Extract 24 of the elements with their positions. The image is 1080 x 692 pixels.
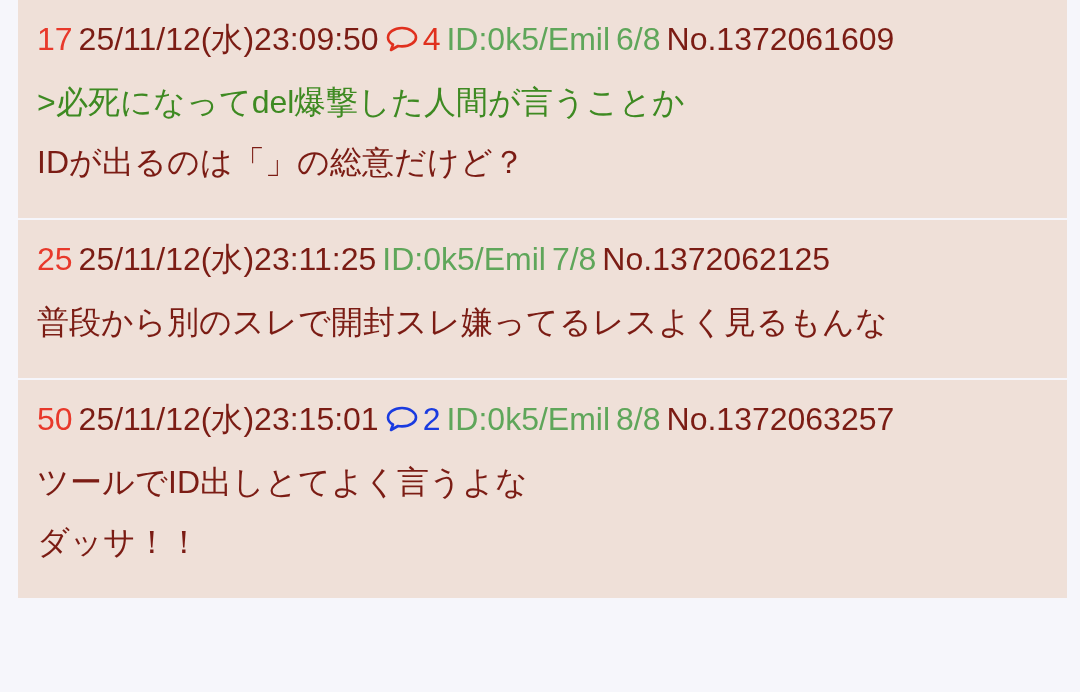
id-count: 7/8 [551, 241, 597, 277]
post-text: 普段から別のスレで開封スレ嫌ってるレスよく見るもんな [37, 303, 889, 342]
post-datetime: 25/11/12(水)23:15:01 [78, 401, 379, 437]
post-id: No.1372061609 [666, 21, 895, 57]
post-datetime: 25/11/12(水)23:09:50 [78, 21, 379, 57]
speech-bubble-icon[interactable] [384, 405, 419, 433]
post-text: ダッサ！！ [37, 523, 201, 562]
post-datetime: 25/11/12(水)23:11:25 [78, 241, 377, 277]
poster-id: ID:0k5/Emil [446, 401, 611, 437]
post-number: 25 [37, 241, 73, 277]
post-id: No.1372062125 [602, 241, 831, 277]
reply-count[interactable]: 4 [422, 21, 441, 57]
post-text: IDが出るのは「」の総意だけど？ [37, 143, 526, 182]
speech-bubble-icon[interactable] [384, 25, 419, 53]
id-count: 6/8 [616, 21, 661, 57]
quoted-text: >必死になってdel爆撃した人間が言うことか [37, 83, 687, 122]
poster-id: ID:0k5/Emil [446, 21, 611, 57]
post-text: ツールでID出しとてよく言うよな [37, 463, 529, 502]
post-id: No.1372063257 [666, 401, 895, 437]
reply-count[interactable]: 2 [422, 401, 441, 437]
poster-id: ID:0k5/Emil [382, 241, 546, 277]
post-number: 50 [37, 401, 73, 437]
post-number: 17 [37, 21, 73, 57]
id-count: 8/8 [616, 401, 661, 437]
